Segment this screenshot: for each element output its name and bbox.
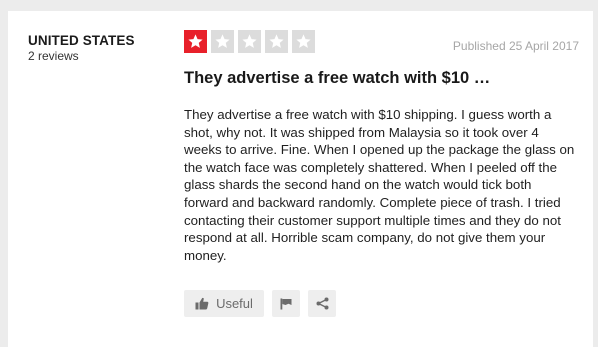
review-title[interactable]: They advertise a free watch with $10 … (184, 69, 490, 88)
star-rating (184, 30, 315, 53)
review-actions: Useful (184, 290, 336, 317)
star-icon (265, 30, 288, 53)
reviewer-name[interactable]: UNITED STATES (28, 33, 168, 49)
review-card: UNITED STATES 2 reviews Published 25 Apr… (8, 11, 593, 347)
star-icon (292, 30, 315, 53)
review-body: They advertise a free watch with $10 shi… (184, 107, 575, 263)
share-button[interactable] (308, 290, 336, 317)
useful-label: Useful (216, 296, 253, 311)
useful-button[interactable]: Useful (184, 290, 264, 317)
published-date: Published 25 April 2017 (452, 39, 579, 53)
reviewer-info: UNITED STATES 2 reviews (28, 33, 168, 64)
star-icon (184, 30, 207, 53)
star-icon (211, 30, 234, 53)
thumbs-up-icon (195, 297, 209, 310)
share-icon (316, 297, 329, 310)
flag-icon (280, 298, 292, 310)
flag-button[interactable] (272, 290, 300, 317)
reviewer-review-count: 2 reviews (28, 49, 79, 63)
star-icon (238, 30, 261, 53)
